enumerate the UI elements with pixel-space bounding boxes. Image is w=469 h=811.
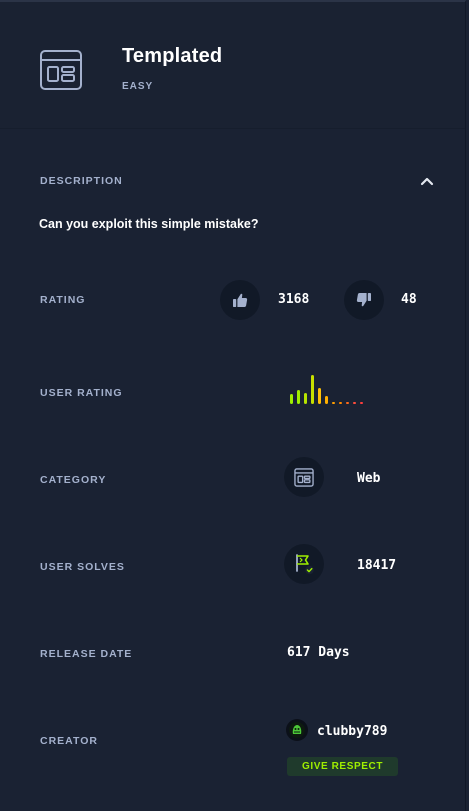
user-rating-bar (360, 402, 363, 404)
challenge-header: Templated EASY (0, 2, 465, 129)
solves-icon-circle (284, 544, 324, 584)
difficulty-badge: EASY (122, 81, 154, 92)
thumbs-down-icon (356, 293, 371, 307)
creator-name[interactable]: clubby789 (317, 724, 387, 739)
challenge-title: Templated (122, 45, 223, 67)
user-rating-bar (332, 402, 335, 404)
like-button[interactable] (220, 280, 260, 320)
release-date-label: RELEASE DATE (40, 648, 133, 660)
description-text: Can you exploit this simple mistake? (39, 217, 259, 231)
dislike-count: 48 (401, 292, 417, 307)
rating-label: RATING (40, 294, 86, 306)
category-value: Web (357, 471, 381, 486)
user-rating-bar (297, 390, 300, 404)
user-rating-bar (290, 394, 293, 404)
user-solves-value: 18417 (357, 558, 397, 573)
user-rating-bar (353, 402, 356, 404)
like-count: 3168 (278, 292, 310, 307)
web-template-icon (40, 50, 82, 90)
user-rating-bar (311, 375, 314, 404)
challenge-panel: Templated EASY DESCRIPTION Can you explo… (0, 0, 466, 811)
category-label: CATEGORY (40, 474, 107, 486)
user-rating-bar (339, 402, 342, 404)
user-rating-bar (304, 393, 307, 404)
collapse-description-button[interactable] (416, 172, 438, 190)
dislike-button[interactable] (344, 280, 384, 320)
user-rating-bar (346, 402, 349, 404)
user-solves-label: USER SOLVES (40, 561, 125, 573)
creator-avatar[interactable] (286, 719, 308, 741)
user-rating-chart (290, 370, 390, 404)
chevron-up-icon (420, 177, 434, 186)
user-rating-label: USER RATING (40, 387, 123, 399)
description-label: DESCRIPTION (40, 175, 123, 187)
creator-avatar-icon (289, 722, 305, 738)
creator-label: CREATOR (40, 735, 98, 747)
user-rating-bar (318, 388, 321, 404)
thumbs-up-icon (233, 293, 248, 307)
give-respect-button[interactable]: GIVE RESPECT (287, 757, 398, 776)
web-template-icon (294, 467, 314, 487)
user-rating-bar (325, 396, 328, 404)
release-date-value: 617 Days (287, 645, 350, 660)
category-icon-circle (284, 457, 324, 497)
flag-solved-icon (296, 554, 314, 575)
